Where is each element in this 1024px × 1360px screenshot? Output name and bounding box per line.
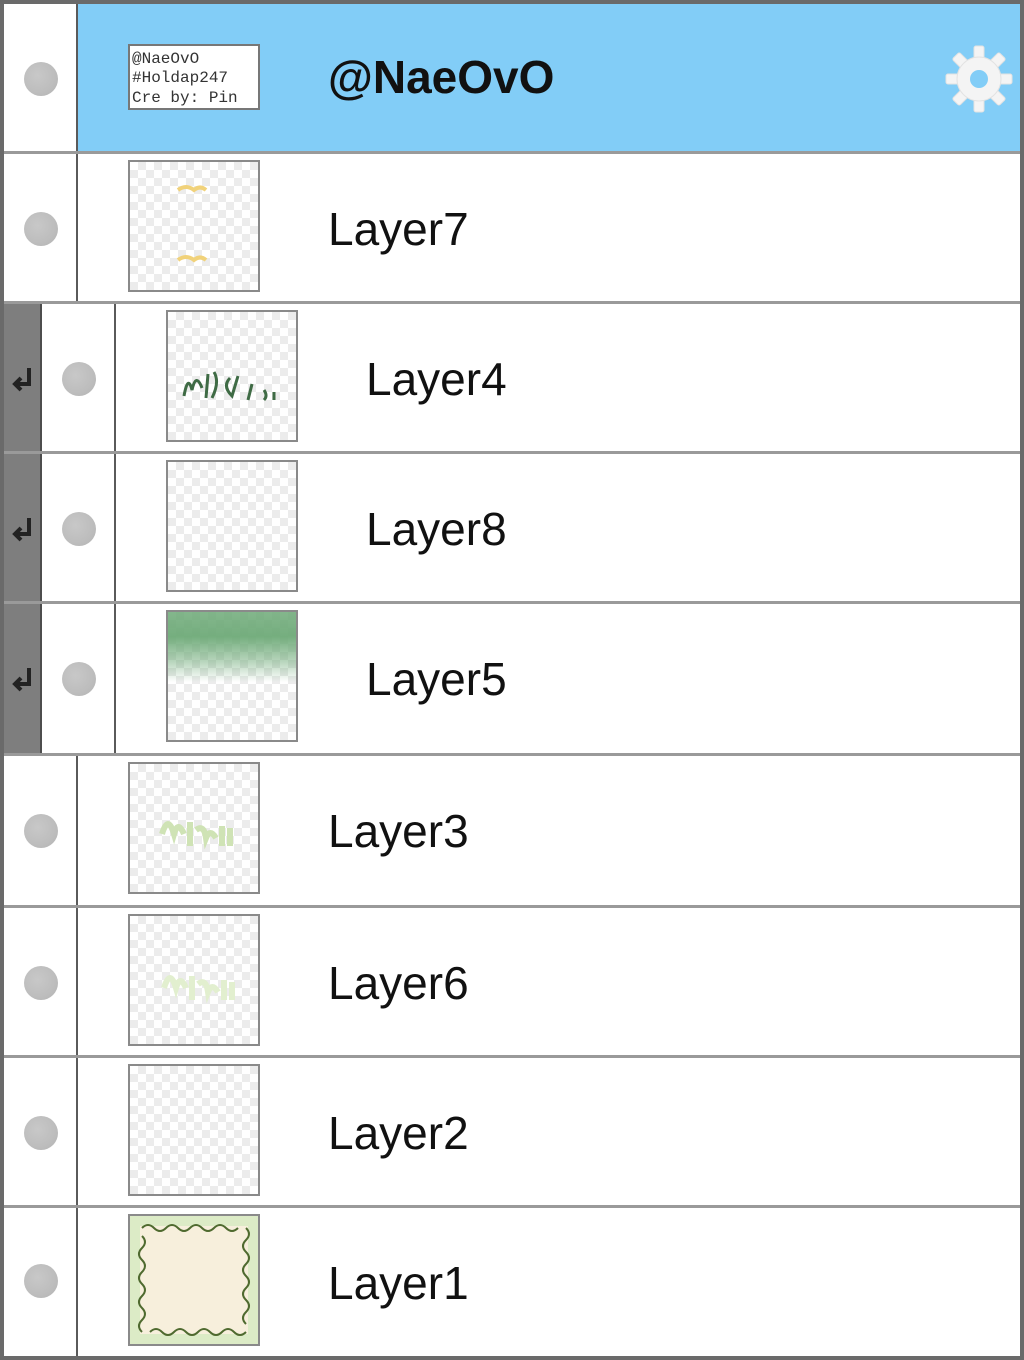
layer-name: Layer5 bbox=[366, 653, 507, 705]
layer-name: Layer3 bbox=[328, 805, 469, 857]
thumbnail-text-line-2: #Holdap247 bbox=[132, 69, 228, 87]
visibility-cell[interactable] bbox=[4, 154, 78, 301]
visibility-cell[interactable] bbox=[42, 454, 116, 601]
clipping-arrow-icon bbox=[10, 666, 36, 701]
layer-row[interactable]: Layer1 bbox=[4, 1208, 1020, 1356]
visibility-dot-icon[interactable] bbox=[24, 814, 58, 848]
clipping-arrow-icon bbox=[10, 366, 36, 401]
thumbnail-text-line-1: @NaeOvO bbox=[132, 50, 199, 68]
layer-name: Layer7 bbox=[328, 203, 469, 255]
layer-row-clipped[interactable]: Layer5 bbox=[4, 604, 1020, 756]
visibility-dot-icon[interactable] bbox=[62, 662, 96, 696]
thumbnail-text-line-3: Cre by: Pin bbox=[132, 89, 238, 107]
layer-name: Layer6 bbox=[328, 957, 469, 1009]
visibility-dot-icon[interactable] bbox=[24, 62, 58, 96]
layer-thumbnail bbox=[128, 914, 260, 1046]
layer-thumbnail bbox=[166, 310, 298, 442]
layer-thumbnail bbox=[128, 1064, 260, 1196]
visibility-cell[interactable] bbox=[4, 1208, 78, 1356]
visibility-dot-icon[interactable] bbox=[24, 966, 58, 1000]
visibility-dot-icon[interactable] bbox=[24, 212, 58, 246]
layer-thumbnail bbox=[128, 1214, 260, 1346]
visibility-cell[interactable] bbox=[4, 908, 78, 1055]
layer-row[interactable]: Layer2 bbox=[4, 1058, 1020, 1208]
clipping-bar bbox=[4, 604, 42, 753]
visibility-dot-icon[interactable] bbox=[62, 512, 96, 546]
layer-thumbnail: @NaeOvO #Holdap247 Cre by: Pin bbox=[128, 44, 260, 110]
visibility-cell[interactable] bbox=[4, 756, 78, 905]
layer-row[interactable]: Layer3 bbox=[4, 756, 1020, 908]
layer-thumbnail bbox=[128, 160, 260, 292]
layer-row-selected[interactable]: @NaeOvO #Holdap247 Cre by: Pin @NaeOvO bbox=[4, 4, 1020, 154]
visibility-dot-icon[interactable] bbox=[24, 1264, 58, 1298]
gear-icon[interactable] bbox=[944, 44, 1014, 119]
visibility-cell[interactable] bbox=[42, 304, 116, 451]
layer-row[interactable]: Layer6 bbox=[4, 908, 1020, 1058]
layer-row-clipped[interactable]: Layer8 bbox=[4, 454, 1020, 604]
clipping-bar bbox=[4, 304, 42, 451]
layer-name: Layer2 bbox=[328, 1107, 469, 1159]
layer-thumbnail bbox=[166, 610, 298, 742]
layer-name: Layer1 bbox=[328, 1257, 469, 1309]
layers-panel: @NaeOvO #Holdap247 Cre by: Pin @NaeOvO L… bbox=[0, 0, 1024, 1360]
clipping-bar bbox=[4, 454, 42, 601]
layer-name: Layer8 bbox=[366, 503, 507, 555]
clipping-arrow-icon bbox=[10, 516, 36, 551]
layer-row-clipped[interactable]: Layer4 bbox=[4, 304, 1020, 454]
layer-thumbnail bbox=[166, 460, 298, 592]
layer-row[interactable]: Layer7 bbox=[4, 154, 1020, 304]
layer-name: Layer4 bbox=[366, 353, 507, 405]
layer-name: @NaeOvO bbox=[328, 51, 555, 103]
visibility-cell[interactable] bbox=[4, 1058, 78, 1205]
visibility-cell[interactable] bbox=[4, 4, 78, 151]
layer-thumbnail bbox=[128, 762, 260, 894]
visibility-dot-icon[interactable] bbox=[24, 1116, 58, 1150]
visibility-dot-icon[interactable] bbox=[62, 362, 96, 396]
visibility-cell[interactable] bbox=[42, 604, 116, 753]
